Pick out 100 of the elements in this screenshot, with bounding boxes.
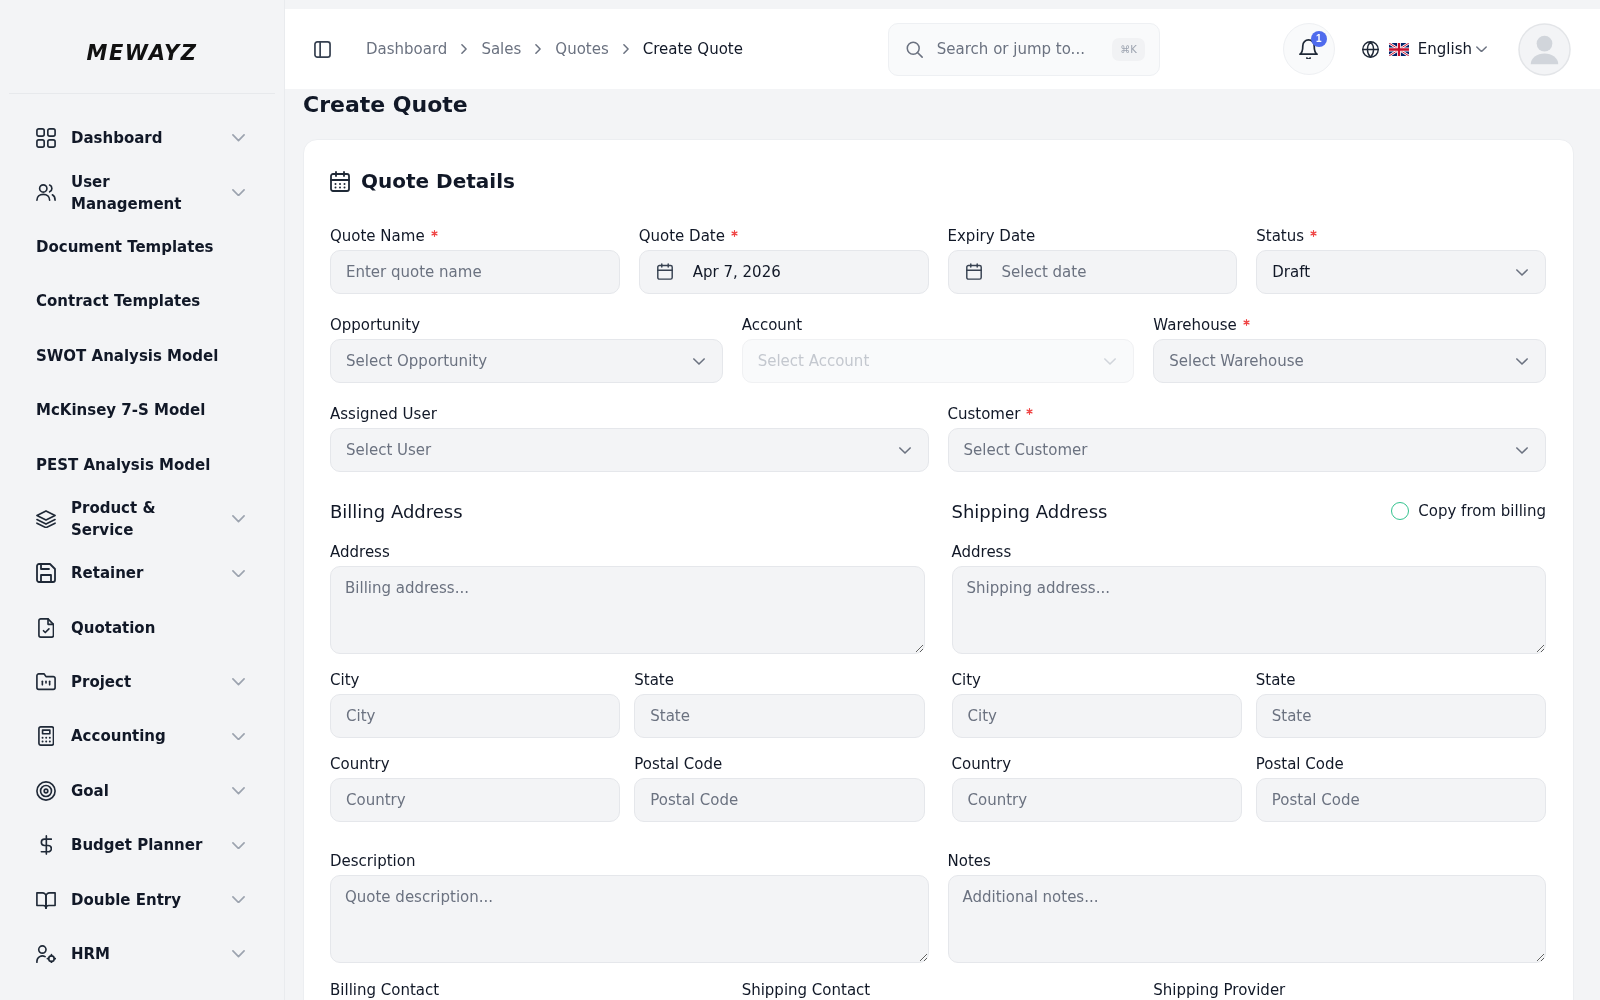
textarea-field[interactable]: Billing address... (330, 566, 925, 654)
sidebar-item[interactable]: Retainer (36, 546, 245, 601)
chevron-down-icon (1516, 357, 1528, 365)
field-label: Address (951, 542, 1012, 562)
calendar-icon (330, 170, 350, 192)
chevron-down-icon (1476, 45, 1487, 53)
chevron-down-icon (1516, 446, 1528, 454)
breadcrumb-link[interactable]: Sales (481, 40, 522, 58)
field-label: Notes (947, 851, 991, 871)
input-field[interactable]: City (330, 694, 621, 738)
user-gear-icon (36, 944, 56, 964)
language-selector[interactable]: English (1361, 40, 1487, 58)
field-label: City (330, 670, 360, 690)
input-field[interactable]: Enter quote name (330, 250, 620, 294)
field-label: Billing Contact (330, 980, 440, 1000)
input-field[interactable]: Country (330, 778, 621, 822)
sidebar-item[interactable]: HRM (36, 926, 245, 982)
field-label: Shipping Provider (1153, 980, 1286, 1000)
brand-logo: MEWAYZ (86, 40, 198, 65)
sidebar-item[interactable]: McKinsey 7-S Model (36, 382, 245, 438)
grid-icon (36, 128, 56, 149)
dropdown-field[interactable]: Select Warehouse (1153, 339, 1546, 383)
sidebar-item[interactable]: Quotation (36, 600, 245, 655)
shortcut-hint: ⌘K (1112, 37, 1145, 61)
breadcrumb-current-page: Create Quote (642, 40, 743, 58)
section-title: Billing Address (330, 500, 463, 522)
input-field[interactable]: State (1255, 694, 1546, 738)
input-field[interactable]: Country (951, 778, 1242, 822)
dollar-icon (39, 835, 53, 856)
chevron-right-icon (535, 44, 542, 54)
dropdown-field[interactable]: Select User (330, 428, 929, 472)
input-field[interactable]: Postal Code (1255, 778, 1546, 822)
sidebar-toggle-icon[interactable] (314, 40, 331, 58)
target-icon (36, 780, 56, 801)
sidebar-item[interactable]: Contract Templates (36, 274, 245, 329)
textarea-field[interactable]: Quote description... (330, 875, 929, 963)
field-label: Quote Date (638, 226, 725, 246)
sidebar-item[interactable]: User Management (36, 165, 245, 220)
field-label: Warehouse (1153, 315, 1237, 335)
book-icon (36, 890, 56, 909)
textarea-field[interactable]: Additional notes... (947, 875, 1546, 963)
textarea-field[interactable]: Shipping address... (951, 566, 1546, 654)
date-field[interactable]: Apr 7, 2026 (638, 250, 929, 294)
field-label: Assigned User (330, 404, 437, 424)
calendar-icon (965, 263, 982, 280)
chevron-down-icon (692, 357, 705, 365)
sidebar-item[interactable]: Dashboard (36, 111, 245, 166)
field-label: Description (330, 851, 416, 871)
dropdown-field[interactable]: Draft (1256, 250, 1546, 294)
file-check-icon (37, 617, 55, 638)
option-label: Copy from billing (1418, 502, 1546, 520)
dropdown-field[interactable]: Select Customer (947, 428, 1546, 472)
sidebar-item[interactable]: Document Templates (36, 219, 245, 275)
field-label: Account (741, 315, 803, 335)
field-label: State (634, 670, 674, 690)
field-label: Expiry Date (947, 226, 1036, 246)
date-field[interactable]: Select date (947, 250, 1238, 294)
sidebar-item[interactable]: Product & Service (36, 491, 245, 547)
calculator-icon (37, 726, 55, 747)
globe-icon (1361, 40, 1379, 58)
input-field[interactable]: Postal Code (634, 778, 925, 822)
sidebar-item[interactable]: Accounting (36, 709, 245, 764)
field-label: Status (1256, 226, 1305, 246)
page-title: Create Quote (303, 91, 469, 119)
breadcrumb-link[interactable]: Quotes (555, 40, 609, 58)
notification-count: 1 (1310, 31, 1327, 47)
chevron-right-icon (461, 44, 468, 54)
chevron-down-icon (898, 446, 911, 454)
field-label: City (951, 670, 981, 690)
sidebar-item[interactable]: SWOT Analysis Model (36, 328, 245, 383)
input-field[interactable]: State (634, 694, 925, 738)
chevron-down-icon (1104, 357, 1117, 365)
search-icon (905, 40, 923, 58)
sidebar-item[interactable]: Project (36, 654, 245, 710)
field-label: Quote Name (330, 226, 425, 246)
sidebar-item[interactable]: Budget Planner (36, 818, 245, 873)
field-label: Customer (947, 404, 1021, 424)
breadcrumb-link[interactable]: Dashboard (366, 40, 448, 58)
radio-button[interactable] (1391, 502, 1410, 520)
sidebar-item[interactable]: Double Entry (36, 872, 245, 927)
layers-icon (36, 509, 56, 529)
field-label: Postal Code (1255, 754, 1344, 774)
dropdown-field[interactable]: Select Opportunity (330, 339, 723, 383)
flag-icon (1388, 42, 1409, 56)
field-label: State (1255, 670, 1296, 690)
field-label: Shipping Contact (741, 980, 871, 1000)
folder-icon (36, 673, 56, 691)
chevron-down-icon (1516, 268, 1528, 276)
section-title: Quote Details (361, 168, 515, 194)
field-label: Opportunity (330, 315, 420, 335)
section-title: Shipping Address (951, 500, 1108, 522)
users-icon (36, 183, 56, 202)
avatar-icon[interactable] (1518, 22, 1571, 76)
notifications-button[interactable]: 1 (1282, 23, 1335, 75)
sidebar-item[interactable]: Goal (36, 763, 245, 819)
sidebar-item[interactable]: PEST Analysis Model (36, 437, 245, 492)
field-label: Country (330, 754, 390, 774)
field-label: Postal Code (634, 754, 723, 774)
chevron-right-icon (622, 44, 629, 54)
input-field[interactable]: City (951, 694, 1242, 738)
